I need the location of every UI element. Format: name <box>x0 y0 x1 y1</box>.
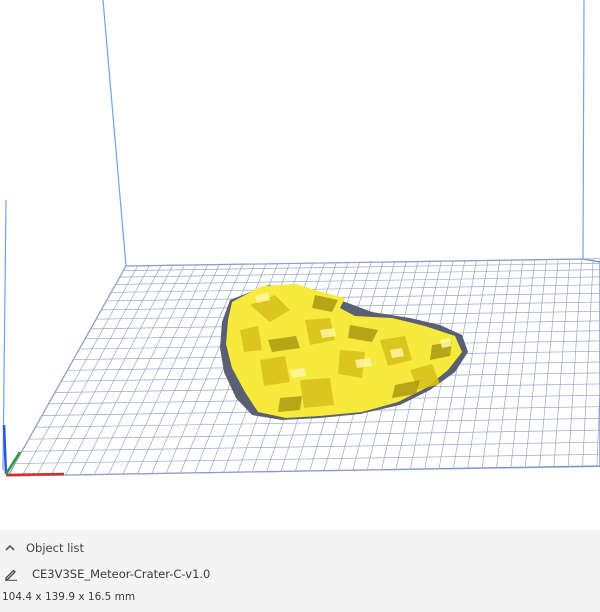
x-axis <box>5 472 65 477</box>
3d-viewport[interactable] <box>0 0 600 530</box>
pencil-icon[interactable] <box>4 567 18 581</box>
object-list-panel: Object list CE3V3SE_Meteor-Crater-C-v1.0… <box>0 530 600 612</box>
object-list-label: Object list <box>26 541 84 555</box>
object-name-row: CE3V3SE_Meteor-Crater-C-v1.0 <box>0 564 210 584</box>
chevron-up-icon <box>5 544 15 551</box>
object-list-toggle[interactable]: Object list <box>0 538 84 558</box>
object-dimensions: 104.4 x 139.9 x 16.5 mm <box>2 591 136 603</box>
object-name: CE3V3SE_Meteor-Crater-C-v1.0 <box>32 567 211 581</box>
z-axis <box>2 424 8 475</box>
